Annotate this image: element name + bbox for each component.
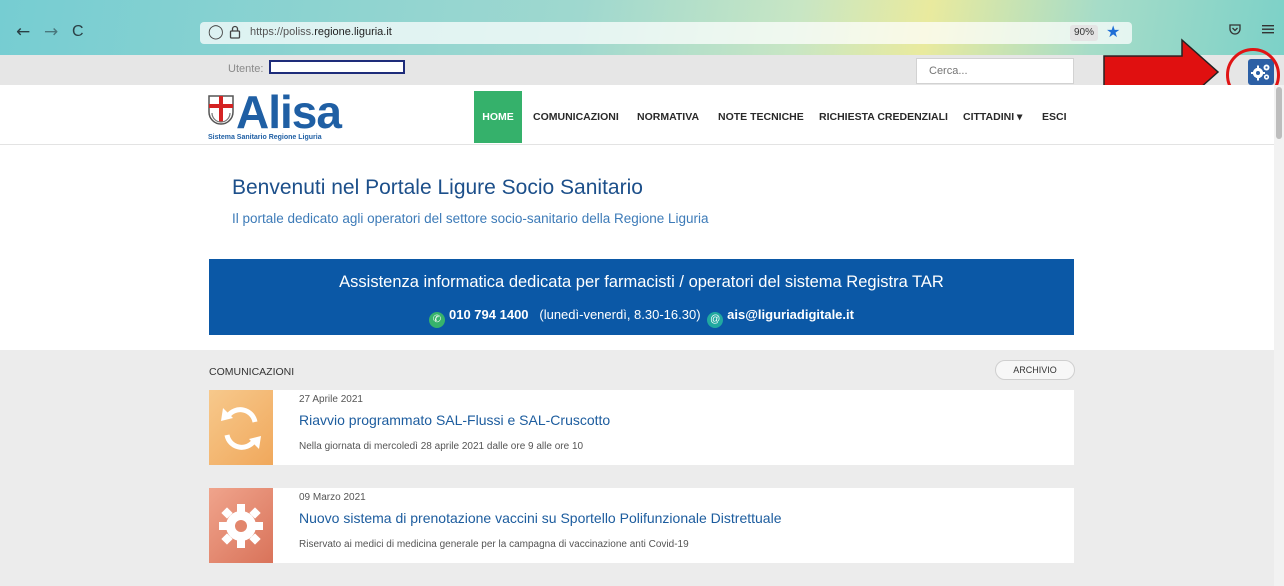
news-thumbnail bbox=[209, 488, 273, 563]
reload-button[interactable]: C bbox=[72, 22, 84, 42]
nav-note-tecniche[interactable]: NOTE TECNICHE bbox=[718, 111, 804, 123]
support-banner: Assistenza informatica dedicata per farm… bbox=[209, 259, 1074, 335]
logo-wordmark[interactable]: Alisa bbox=[236, 89, 342, 135]
news-date: 27 Aprile 2021 bbox=[299, 394, 363, 405]
nav-home[interactable]: HOME bbox=[474, 91, 522, 143]
nav-comunicazioni[interactable]: COMUNICAZIONI bbox=[533, 111, 619, 123]
news-description: Nella giornata di mercoledì 28 aprile 20… bbox=[299, 441, 584, 452]
news-item[interactable]: 09 Marzo 2021 Nuovo sistema di prenotazi… bbox=[209, 488, 1074, 563]
gear-icon bbox=[219, 504, 263, 548]
page-scrollbar[interactable] bbox=[1274, 85, 1284, 586]
url-text: https://poliss.regione.liguria.it bbox=[250, 26, 392, 38]
email-icon: @ bbox=[707, 312, 724, 328]
phone-icon: ✆ bbox=[429, 312, 445, 328]
archive-button[interactable]: ARCHIVIO bbox=[995, 360, 1075, 380]
forward-button[interactable]: → bbox=[44, 22, 58, 42]
liguria-crest-icon bbox=[208, 95, 234, 125]
news-description: Riservato ai medici di medicina generale… bbox=[299, 539, 689, 550]
news-title[interactable]: Nuovo sistema di prenotazione vaccini su… bbox=[299, 510, 781, 526]
zoom-indicator[interactable]: 90% bbox=[1070, 25, 1098, 41]
support-phone[interactable]: 010 794 1400 bbox=[449, 307, 529, 322]
comunicazioni-heading: COMUNICAZIONI bbox=[209, 366, 295, 378]
site-top-bar: Utente: bbox=[0, 55, 1284, 85]
news-date: 09 Marzo 2021 bbox=[299, 492, 366, 503]
page-subtitle: Il portale dedicato agli operatori del s… bbox=[232, 211, 709, 226]
support-hours: (lunedì-venerdì, 8.30-16.30) bbox=[539, 307, 701, 322]
shield-icon: ◯ bbox=[208, 24, 224, 40]
nav-esci[interactable]: ESCI bbox=[1042, 111, 1067, 123]
search-input[interactable] bbox=[916, 58, 1074, 84]
news-title[interactable]: Riavvio programmato SAL-Flussi e SAL-Cru… bbox=[299, 412, 610, 428]
support-title: Assistenza informatica dedicata per farm… bbox=[339, 273, 944, 291]
news-item[interactable]: 27 Aprile 2021 Riavvio programmato SAL-F… bbox=[209, 390, 1074, 465]
nav-richiesta-credenziali[interactable]: RICHIESTA CREDENZIALI bbox=[819, 111, 948, 123]
refresh-icon bbox=[221, 407, 261, 450]
lock-icon bbox=[229, 24, 241, 43]
hamburger-menu-icon[interactable] bbox=[1262, 21, 1274, 39]
back-button[interactable]: ← bbox=[16, 22, 30, 42]
support-email[interactable]: ais@liguriadigitale.it bbox=[727, 307, 854, 322]
scrollbar-thumb[interactable] bbox=[1276, 87, 1282, 139]
pocket-icon[interactable] bbox=[1228, 22, 1242, 40]
user-name-field bbox=[269, 60, 405, 74]
news-thumbnail bbox=[209, 390, 273, 465]
browser-toolbar: ← → C ◯ https://poliss.regione.liguria.i… bbox=[0, 0, 1284, 55]
logo-subtitle: Sistema Sanitario Regione Liguria bbox=[208, 134, 322, 141]
nav-normativa[interactable]: NORMATIVA bbox=[637, 111, 699, 123]
address-bar[interactable]: ◯ https://poliss.regione.liguria.it 90% … bbox=[200, 22, 1132, 44]
user-label: Utente: bbox=[228, 63, 264, 75]
nav-cittadini-dropdown[interactable]: CITTADINI ▾ bbox=[963, 111, 1022, 123]
support-contacts: ✆ 010 794 1400 (lunedì-venerdì, 8.30-16.3… bbox=[209, 307, 1074, 328]
page-title: Benvenuti nel Portale Ligure Socio Sanit… bbox=[232, 176, 643, 199]
